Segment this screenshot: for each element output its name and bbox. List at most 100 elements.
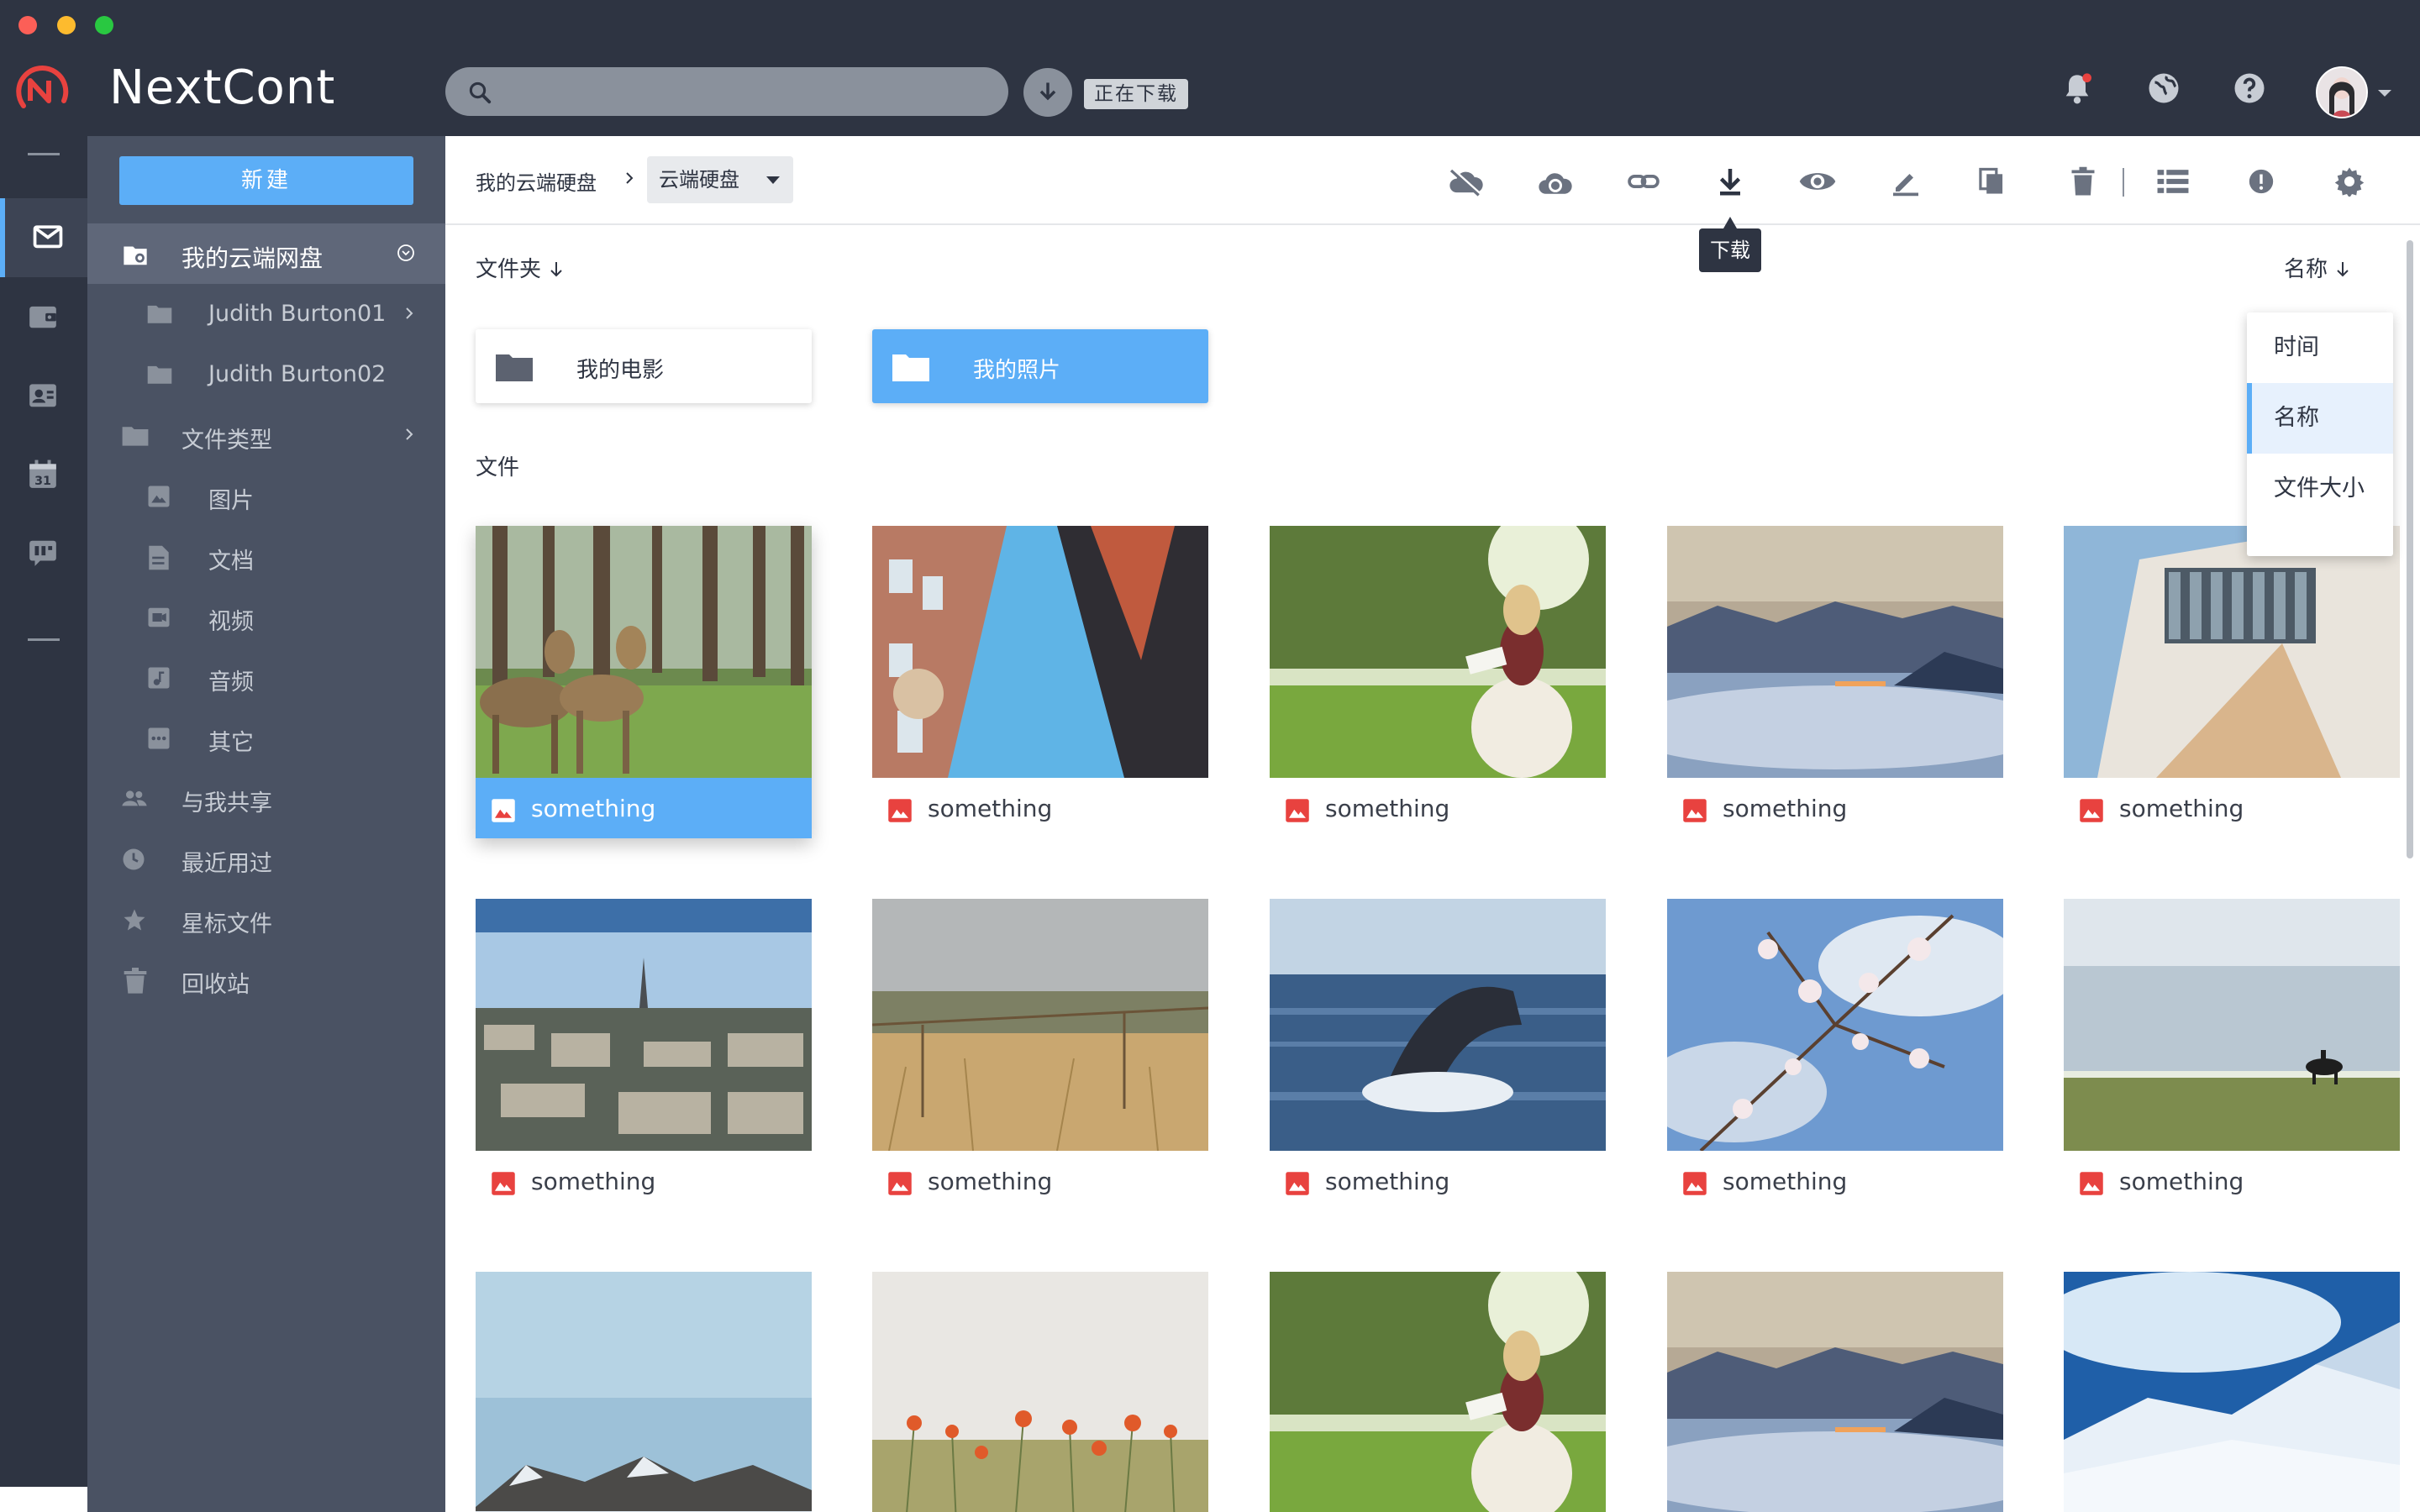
folder-card[interactable]: 我的电影 [476,329,812,403]
people-icon [121,786,148,810]
delete-icon[interactable] [2070,166,2096,197]
chevron-right-icon[interactable] [403,425,415,444]
toolbar: 我的云端硬盘 云端硬盘 [445,136,2420,225]
image-file-icon [888,799,912,822]
rail-item-contacts[interactable] [0,356,87,435]
file-card[interactable]: something [476,1272,812,1512]
svg-text:31: 31 [34,475,51,488]
sidebar-item-shared-with-me[interactable]: 与我共享 [87,768,445,828]
sort-option-name[interactable]: 名称 [2247,383,2393,454]
help-icon[interactable] [2232,71,2267,106]
file-caption: something [872,778,1208,838]
search-input[interactable] [445,67,1008,116]
sidebar-item-trash[interactable]: 回收站 [87,949,445,1010]
sidebar-item-audio[interactable]: 音频 [87,647,445,707]
file-card[interactable]: something [476,526,812,838]
rail-item-wallet[interactable] [0,277,87,356]
sidebar-item-my-cloud-drive[interactable]: 我的云端网盘 [87,223,445,284]
caret-down-icon [766,176,780,184]
avatar[interactable] [2316,66,2368,118]
sidebar-item-recent[interactable]: 最近用过 [87,828,445,889]
folder-icon [891,349,931,383]
window-minimize-button[interactable] [57,16,76,34]
list-view-icon[interactable] [2156,166,2190,197]
download-icon[interactable] [1718,166,1743,197]
star-icon [121,907,148,932]
file-name: something [928,795,1053,822]
file-card[interactable]: something [2064,1272,2400,1512]
chevron-right-icon[interactable] [403,304,415,323]
file-card[interactable]: something [1667,899,2003,1211]
scrollbar[interactable] [2407,240,2413,858]
copy-icon[interactable] [1978,166,2005,197]
new-button[interactable]: 新建 [119,156,413,205]
sidebar-item-label: 星标文件 [182,911,272,937]
sort-button[interactable]: 名称 [2284,252,2351,283]
sidebar-item-video[interactable]: 视频 [87,586,445,647]
file-card[interactable]: something [2064,526,2400,838]
trash-icon [123,968,148,995]
image-file-icon [1683,799,1707,822]
rail-item-chat[interactable] [0,514,87,593]
calendar-icon: 31 [29,459,56,488]
file-card[interactable]: something [1270,1272,1606,1512]
folder-icon [146,302,173,324]
image-file-icon [1683,1172,1707,1195]
cloud-sync-icon[interactable] [1536,166,1575,197]
sidebar-item-images[interactable]: 图片 [87,465,445,526]
sidebar-item-judith-burton02[interactable]: Judith Burton02 [87,344,445,405]
file-thumbnail [476,1272,812,1512]
folder-card[interactable]: 我的照片 [872,329,1208,403]
top-bar: NextCont 正在下载 [0,0,2420,136]
sort-dropdown: 时间 名称 文件大小 [2247,312,2393,556]
preview-icon[interactable] [1798,166,1837,197]
file-name: something [2119,795,2244,822]
arrow-down-icon [2337,262,2349,277]
sidebar-item-label: 图片 [208,488,254,514]
rail-item-calendar[interactable]: 31 [0,435,87,514]
file-thumbnail [1270,1272,1606,1512]
sidebar-item-file-types[interactable]: 文件类型 [87,405,445,465]
breadcrumb-current[interactable]: 云端硬盘 [647,156,793,203]
file-caption: something [872,1151,1208,1211]
collapse-icon[interactable] [397,244,415,262]
file-card[interactable]: something [2064,899,2400,1211]
bell-icon[interactable] [2060,71,2094,108]
files-title: 文件 [476,455,520,480]
file-card[interactable]: something [1667,526,2003,838]
file-card[interactable]: something [476,899,812,1211]
file-thumbnail [2064,526,2400,778]
wallet-icon [29,306,56,328]
info-icon[interactable] [2247,166,2275,197]
file-card[interactable]: something [872,899,1208,1211]
cloud-off-icon[interactable] [1447,166,1486,197]
file-card[interactable]: something [872,1272,1208,1512]
window-close-button[interactable] [18,16,37,34]
file-name: something [1723,1168,1848,1195]
window-zoom-button[interactable] [95,16,113,34]
edit-icon[interactable] [1891,166,1921,197]
breadcrumb-root[interactable]: 我的云端硬盘 [476,166,597,196]
settings-icon[interactable] [2334,166,2365,197]
chevron-down-icon[interactable] [2376,88,2393,98]
folders-header[interactable]: 文件夹 [476,252,565,283]
image-file-icon [2080,1172,2103,1195]
sidebar-item-starred[interactable]: 星标文件 [87,889,445,949]
file-card[interactable]: something [1667,1272,2003,1512]
sort-option-time[interactable]: 时间 [2247,312,2393,383]
globe-icon[interactable] [2146,71,2181,106]
link-icon[interactable] [1627,166,1660,197]
image-file-icon [1286,1172,1309,1195]
cloud-drive-icon [121,242,150,267]
sidebar-item-judith-burton01[interactable]: Judith Burton01 [87,284,445,344]
file-card[interactable]: something [1270,526,1606,838]
sidebar-item-label: 与我共享 [182,790,272,816]
sort-option-size[interactable]: 文件大小 [2247,454,2393,524]
sidebar-item-documents[interactable]: 文档 [87,526,445,586]
sidebar: 新建 我的云端网盘 Judith Burton01 Judith Burton0… [87,136,445,1512]
file-card[interactable]: something [872,526,1208,838]
sidebar-item-other[interactable]: 其它 [87,707,445,768]
download-status-button[interactable] [1023,68,1072,117]
rail-item-mail[interactable] [0,198,87,277]
file-card[interactable]: something [1270,899,1606,1211]
